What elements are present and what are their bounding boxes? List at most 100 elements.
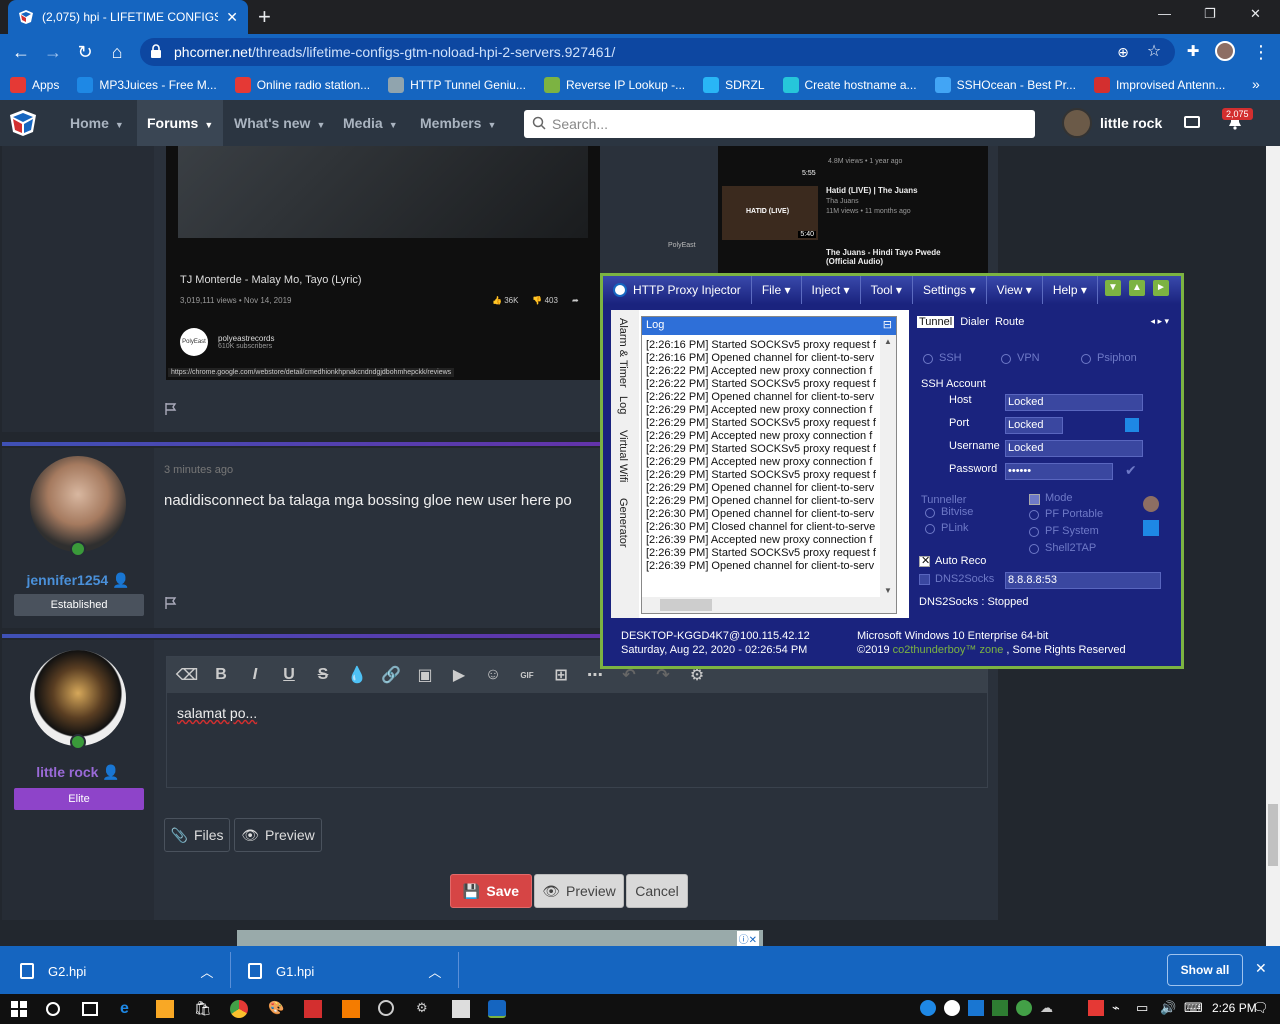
bookmark-item[interactable]: MP3Juices - Free M... bbox=[77, 77, 217, 93]
tab-alarm-timer[interactable]: Alarm & Timer bbox=[617, 318, 629, 388]
emoji-icon[interactable]: ☺ bbox=[479, 661, 507, 689]
vivaldi-icon[interactable] bbox=[304, 1000, 322, 1018]
tabs-scroll-arrows[interactable]: ◂ ▸ ▾ bbox=[1150, 316, 1169, 327]
notifications-icon[interactable]: 🗨 bbox=[1252, 1000, 1270, 1018]
cortana-search-icon[interactable] bbox=[46, 1002, 60, 1016]
download-item-g1[interactable]: G1.hpi ︿ bbox=[248, 954, 441, 988]
bookmarks-overflow-icon[interactable]: » bbox=[1252, 76, 1260, 92]
bookmark-item[interactable]: SDRZL bbox=[703, 77, 765, 93]
tab-log[interactable]: Log bbox=[617, 396, 629, 414]
browser-tab[interactable]: (2,075) hpi - LIFETIME CONFIGS ✕ bbox=[8, 0, 248, 34]
tunnel-plink-radio[interactable] bbox=[925, 524, 935, 534]
password-field[interactable]: •••••• bbox=[1005, 463, 1113, 480]
phcorner-logo-icon[interactable] bbox=[8, 108, 38, 138]
reply-editor[interactable]: ⌫ B I U S 💧 🔗 ▣ ▶ ☺ GIF ⊞ ⋯ ↶ ↷ ⚙ salama… bbox=[166, 656, 988, 788]
tunnel-bitvise-radio[interactable] bbox=[925, 508, 935, 518]
taskbar-clock[interactable]: 2:26 PM bbox=[1212, 1001, 1257, 1015]
tab-close-icon[interactable]: ✕ bbox=[226, 9, 238, 26]
gif-icon[interactable]: GIF bbox=[513, 661, 541, 689]
restore-icon[interactable]: ❐ bbox=[1204, 6, 1216, 22]
task-view-icon[interactable] bbox=[82, 1002, 98, 1016]
floppy-save-icon[interactable] bbox=[1125, 418, 1139, 432]
log-horizontal-scrollbar[interactable] bbox=[642, 597, 896, 613]
eraser-icon[interactable]: ⌫ bbox=[173, 661, 201, 689]
ad-banner[interactable]: ⓘ✕ bbox=[237, 930, 763, 946]
browser-menu-icon[interactable]: ⋮ bbox=[1250, 41, 1272, 63]
tray-icon-4[interactable] bbox=[992, 1000, 1008, 1016]
language-icon[interactable]: ⌨ bbox=[1184, 1000, 1203, 1018]
notepad-icon[interactable] bbox=[452, 1000, 470, 1018]
bookmark-item[interactable]: Reverse IP Lookup -... bbox=[543, 77, 685, 93]
check-icon[interactable]: ✔ bbox=[1125, 462, 1137, 479]
cloud-icon[interactable]: ☁ bbox=[1040, 1000, 1058, 1018]
file-explorer-icon[interactable] bbox=[156, 1000, 174, 1018]
menu-settings[interactable]: Settings ▾ bbox=[913, 276, 987, 304]
injector-app-menu[interactable]: HTTP Proxy Injector bbox=[603, 276, 752, 304]
username-field[interactable]: Locked bbox=[1005, 440, 1143, 457]
strikethrough-icon[interactable]: S bbox=[309, 661, 337, 689]
nav-members[interactable]: Members ▼ bbox=[410, 100, 506, 146]
menu-file[interactable]: File ▾ bbox=[752, 276, 802, 304]
injector-taskbar-icon[interactable] bbox=[488, 1000, 506, 1018]
bookmark-item[interactable]: Online radio station... bbox=[234, 77, 370, 93]
tab-generator[interactable]: Generator bbox=[617, 498, 629, 548]
volume-icon[interactable]: 🔊 bbox=[1160, 1000, 1178, 1018]
tray-icon-1[interactable] bbox=[920, 1000, 936, 1016]
nav-forums[interactable]: Forums ▼ bbox=[137, 100, 224, 146]
table-icon[interactable]: ⊞ bbox=[547, 661, 575, 689]
link-icon[interactable]: 🔗 bbox=[377, 661, 405, 689]
auto-reco-checkbox[interactable]: ✕ bbox=[919, 555, 930, 567]
editor-content[interactable]: salamat po... bbox=[177, 705, 257, 721]
bookmark-item[interactable]: Apps bbox=[10, 77, 59, 93]
url-input[interactable]: phcorner.net/threads/lifetime-configs-gt… bbox=[140, 38, 1175, 66]
tab-route[interactable]: Route bbox=[995, 316, 1024, 328]
back-icon[interactable]: ← bbox=[10, 41, 32, 63]
scrollbar-thumb[interactable] bbox=[1268, 804, 1278, 866]
ad-close-icon[interactable]: ⓘ✕ bbox=[736, 931, 759, 946]
pin-icon[interactable]: ⊟ bbox=[883, 318, 892, 331]
report-flag-icon[interactable] bbox=[164, 402, 178, 416]
pf-portable-radio[interactable] bbox=[1029, 510, 1039, 520]
mode-psiphon-radio[interactable] bbox=[1081, 354, 1091, 364]
forum-search-input[interactable]: Search... bbox=[524, 110, 1035, 138]
italic-icon[interactable]: I bbox=[241, 661, 269, 689]
chrome-icon[interactable] bbox=[230, 1000, 248, 1018]
reply-username[interactable]: little rock 👤 bbox=[2, 764, 154, 781]
mode-checkbox[interactable] bbox=[1029, 494, 1040, 505]
refresh-icon[interactable] bbox=[1143, 520, 1159, 536]
menu-inject[interactable]: Inject ▾ bbox=[802, 276, 861, 304]
usb-icon[interactable]: ⌁ bbox=[1112, 1000, 1130, 1018]
forward-icon[interactable]: → bbox=[42, 41, 64, 63]
page-scrollbar[interactable] bbox=[1266, 146, 1280, 946]
attach-files-button[interactable]: 📎 Files bbox=[164, 818, 230, 852]
tab-virtual-wifi[interactable]: Virtual Wifi bbox=[617, 430, 629, 482]
home-icon[interactable]: ⌂ bbox=[106, 41, 128, 63]
tray-icon-5[interactable] bbox=[1016, 1000, 1032, 1016]
tool-icon[interactable]: ⚙ bbox=[416, 1000, 434, 1018]
post-username[interactable]: jennifer1254 👤 bbox=[2, 572, 154, 589]
underline-icon[interactable]: U bbox=[275, 661, 303, 689]
mode-vpn-radio[interactable] bbox=[1001, 354, 1011, 364]
post-time[interactable]: 3 minutes ago bbox=[164, 464, 233, 476]
chevron-up-icon[interactable]: ︿ bbox=[200, 962, 213, 981]
extensions-icon[interactable]: ✚ bbox=[1182, 41, 1204, 63]
port-field[interactable]: Locked bbox=[1005, 417, 1063, 434]
bookmark-star-icon[interactable]: ☆ bbox=[1143, 41, 1165, 63]
close-shelf-icon[interactable]: ✕ bbox=[1255, 960, 1267, 977]
bookmark-item[interactable]: SSHOcean - Best Pr... bbox=[934, 77, 1076, 93]
jennifer-avatar[interactable] bbox=[30, 456, 126, 552]
windows-start-icon[interactable] bbox=[10, 1000, 28, 1018]
tray-icon-3[interactable] bbox=[968, 1000, 984, 1016]
app-grid-icon[interactable] bbox=[342, 1000, 360, 1018]
tab-dialer[interactable]: Dialer bbox=[960, 316, 989, 328]
pf-system-radio[interactable] bbox=[1029, 527, 1039, 537]
app-circle-icon[interactable] bbox=[378, 1000, 394, 1016]
little-rock-avatar[interactable] bbox=[30, 650, 126, 746]
arrow-up-icon[interactable]: ▲ bbox=[1129, 280, 1145, 296]
store-icon[interactable]: 🛍 bbox=[194, 1000, 212, 1018]
bold-icon[interactable]: B bbox=[207, 661, 235, 689]
new-tab-icon[interactable]: + bbox=[258, 4, 271, 30]
preview-button-2[interactable]: 👁 Preview bbox=[534, 874, 624, 908]
edge-icon[interactable]: e bbox=[120, 1000, 138, 1018]
report-flag-icon[interactable] bbox=[164, 596, 178, 610]
